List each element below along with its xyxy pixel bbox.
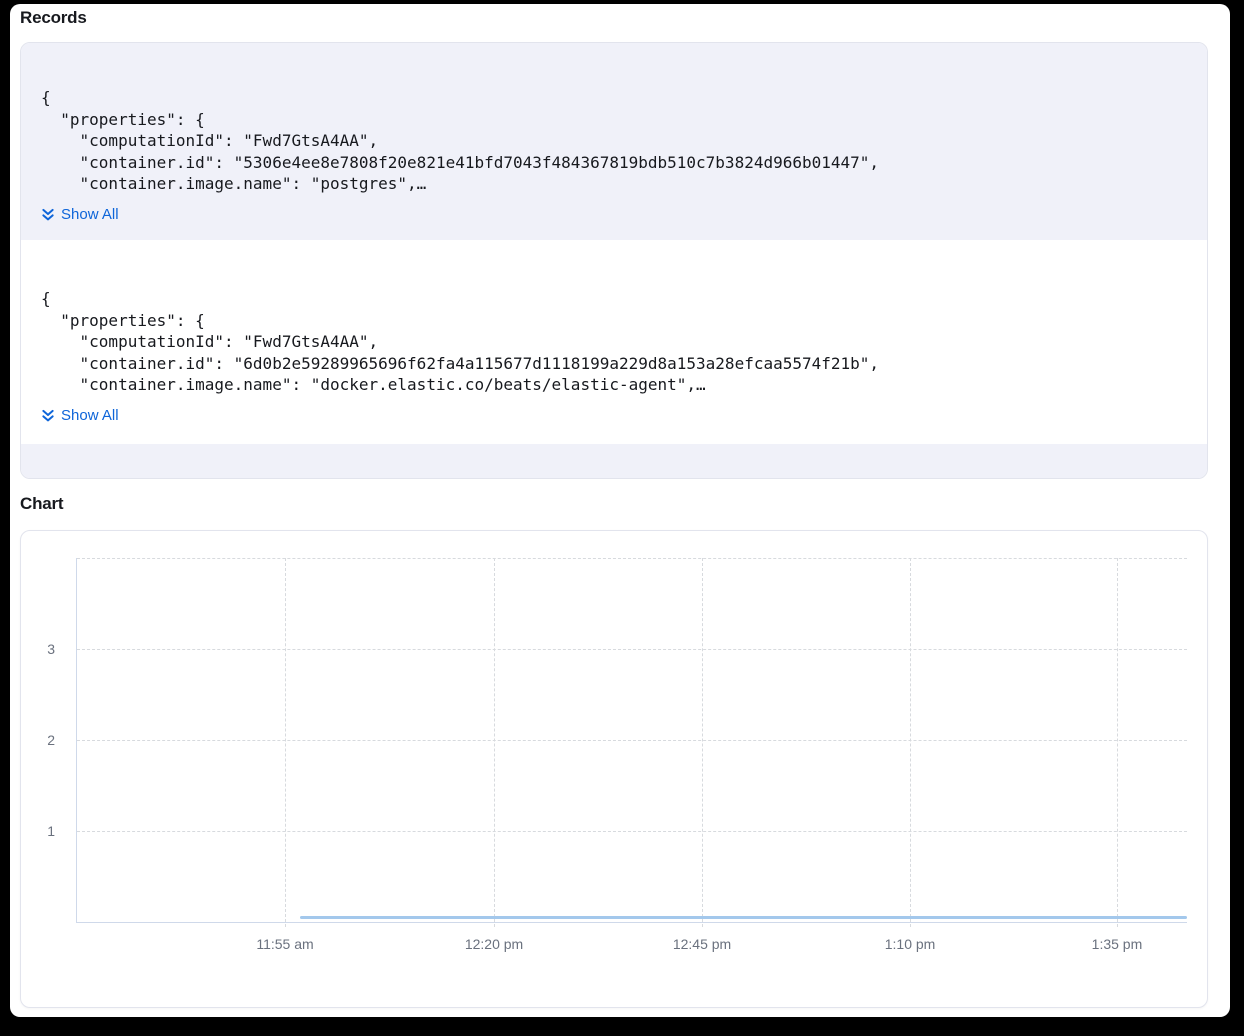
chart-plot: 12311:55 am12:20 pm12:45 pm1:10 pm1:35 p… (76, 558, 1187, 923)
chart-card: 1 2 3 11:55 am 12:20 pm 12:45 pm 1:10 pm 1:35 p… (20, 530, 1208, 1008)
record-row: { "properties": { "computationId": "Fwd7… (21, 43, 1207, 240)
x-axis-tick-label: 12:45 pm (673, 934, 731, 954)
chart-series-line (300, 916, 1187, 919)
records-card: { "properties": { "computationId": "Fwd7… (20, 42, 1208, 479)
record-json-snippet: { "properties": { "computationId": "Fwd7… (41, 87, 1187, 195)
double-chevron-down-icon (41, 208, 55, 222)
grid-line-vertical (1117, 558, 1118, 927)
x-axis-tick-label: 12:20 pm (465, 934, 523, 954)
records-section-title: Records (20, 6, 87, 30)
x-axis-tick-label: 11:55 am (256, 934, 313, 954)
grid-line-vertical (702, 558, 703, 927)
record-json-snippet: { "properties": { "computationId": "Fwd7… (41, 288, 1187, 396)
grid-line-vertical (494, 558, 495, 927)
y-axis-tick-label: 2 (22, 730, 55, 750)
chart-section-title: Chart (20, 492, 63, 516)
grid-line-horizontal (77, 558, 1187, 559)
grid-line-vertical (285, 558, 286, 927)
grid-line-horizontal (77, 831, 1187, 832)
show-all-button[interactable]: Show All (41, 205, 119, 225)
show-all-label: Show All (61, 406, 119, 426)
x-axis-tick-label: 1:10 pm (885, 934, 936, 954)
show-all-label: Show All (61, 205, 119, 225)
grid-line-horizontal (77, 649, 1187, 650)
record-row-partial (21, 444, 1207, 479)
y-axis-tick-label: 3 (22, 639, 55, 659)
grid-line-horizontal (77, 740, 1187, 741)
show-all-button[interactable]: Show All (41, 406, 119, 426)
y-axis-tick-label: 1 (22, 821, 55, 841)
grid-line-vertical (910, 558, 911, 927)
double-chevron-down-icon (41, 409, 55, 423)
x-axis-tick-label: 1:35 pm (1092, 934, 1143, 954)
record-row: { "properties": { "computationId": "Fwd7… (21, 240, 1207, 444)
app-window: Records { "properties": { "computationId… (10, 4, 1230, 1017)
